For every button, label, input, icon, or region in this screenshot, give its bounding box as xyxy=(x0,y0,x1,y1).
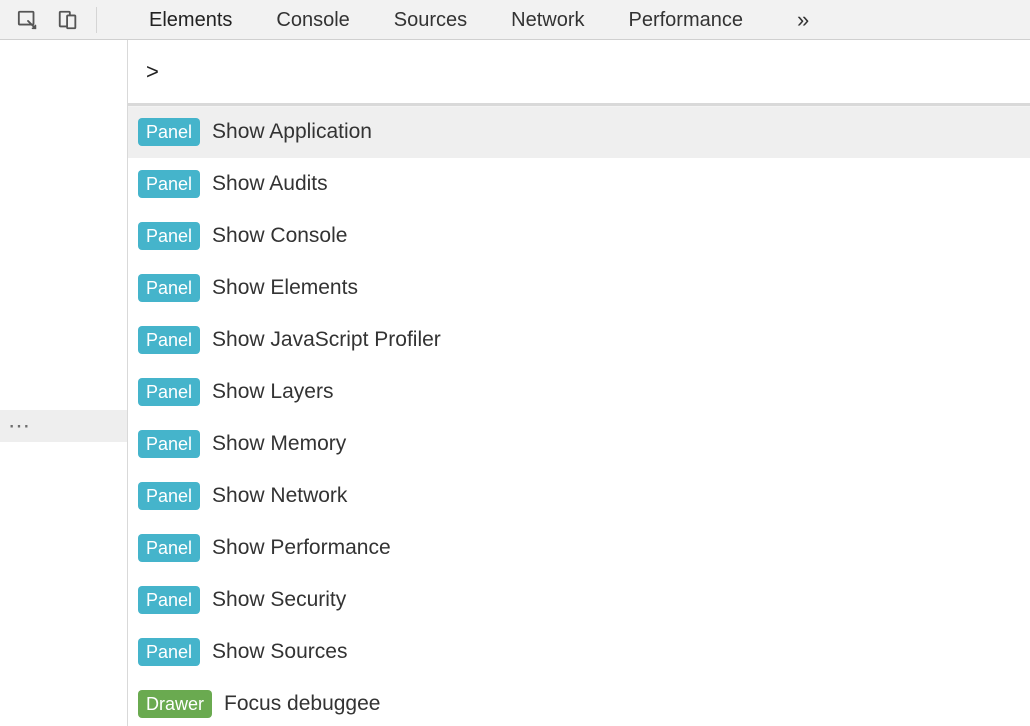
tabs-overflow-button[interactable]: » xyxy=(787,0,819,40)
tab-performance[interactable]: Performance xyxy=(629,0,744,40)
command-menu-item-label: Show JavaScript Profiler xyxy=(212,328,441,352)
panel-badge: Panel xyxy=(138,638,200,666)
toolbar-divider xyxy=(96,7,97,33)
command-menu-item-label: Show Sources xyxy=(212,640,347,664)
command-menu-item[interactable]: Panel Show Audits xyxy=(128,158,1030,210)
content-area: ⋯ > Panel Show Application Panel Show Audit… xyxy=(0,40,1030,726)
command-menu-item[interactable]: Drawer Focus debuggee xyxy=(128,678,1030,726)
command-menu-item[interactable]: Panel Show Elements xyxy=(128,262,1030,314)
toolbar-left-controls xyxy=(0,0,111,39)
panel-badge: Panel xyxy=(138,430,200,458)
tab-console[interactable]: Console xyxy=(276,0,349,40)
panel-badge: Panel xyxy=(138,274,200,302)
tab-sources[interactable]: Sources xyxy=(394,0,467,40)
panel-badge: Panel xyxy=(138,534,200,562)
command-menu-item[interactable]: Panel Show Memory xyxy=(128,418,1030,470)
command-menu-item[interactable]: Panel Show Sources xyxy=(128,626,1030,678)
command-menu: > PanelShow ApplicationPanelShow AuditsP… xyxy=(128,40,1030,726)
panel-badge: Panel xyxy=(138,222,200,250)
command-menu-item-label: Show Layers xyxy=(212,380,333,404)
command-menu-item-label: Show Performance xyxy=(212,536,391,560)
command-menu-item-label: Focus debuggee xyxy=(224,692,380,716)
left-pane: ⋯ xyxy=(0,40,128,726)
command-menu-item-label: Show Audits xyxy=(212,172,328,196)
tab-network[interactable]: Network xyxy=(511,0,584,40)
device-toggle-icon[interactable] xyxy=(56,8,80,32)
panel-badge: Panel xyxy=(138,170,200,198)
devtools-toolbar: Elements Console Sources Network Performance… xyxy=(0,0,1030,40)
panel-badge: Panel xyxy=(138,586,200,614)
drawer-badge: Drawer xyxy=(138,690,212,718)
command-menu-item-label: Show Application xyxy=(212,120,372,144)
command-menu-list: PanelShow ApplicationPanelShow AuditsPan… xyxy=(128,106,1030,726)
tabstrip: Elements Console Sources Network Performance… xyxy=(111,0,819,39)
command-menu-item-label: Show Console xyxy=(212,224,347,248)
command-menu-input-row[interactable]: > xyxy=(128,40,1030,106)
inspect-element-icon[interactable] xyxy=(16,8,40,32)
command-menu-item-label: Show Elements xyxy=(212,276,358,300)
command-menu-item[interactable]: Panel Show Console xyxy=(128,210,1030,262)
command-menu-item[interactable]: Panel Show JavaScript Profiler xyxy=(128,314,1030,366)
panel-badge: Panel xyxy=(138,482,200,510)
panel-badge: Panel xyxy=(138,326,200,354)
left-pane-overflow-row[interactable]: ⋯ xyxy=(0,410,127,442)
command-menu-item-label: Show Network xyxy=(212,484,347,508)
command-menu-item[interactable]: Panel Show Security xyxy=(128,574,1030,626)
command-menu-item-label: Show Security xyxy=(212,588,346,612)
command-menu-item[interactable]: Panel Show Layers xyxy=(128,366,1030,418)
panel-badge: Panel xyxy=(138,378,200,406)
command-menu-item[interactable]: Panel Show Performance xyxy=(128,522,1030,574)
ellipsis-icon: ⋯ xyxy=(8,413,32,439)
command-menu-item[interactable]: Panel Show Network xyxy=(128,470,1030,522)
command-menu-item[interactable]: Panel Show Application xyxy=(128,106,1030,158)
command-menu-item-label: Show Memory xyxy=(212,432,346,456)
command-menu-prompt: > xyxy=(146,59,159,85)
tab-elements[interactable]: Elements xyxy=(149,0,232,40)
panel-badge: Panel xyxy=(138,118,200,146)
